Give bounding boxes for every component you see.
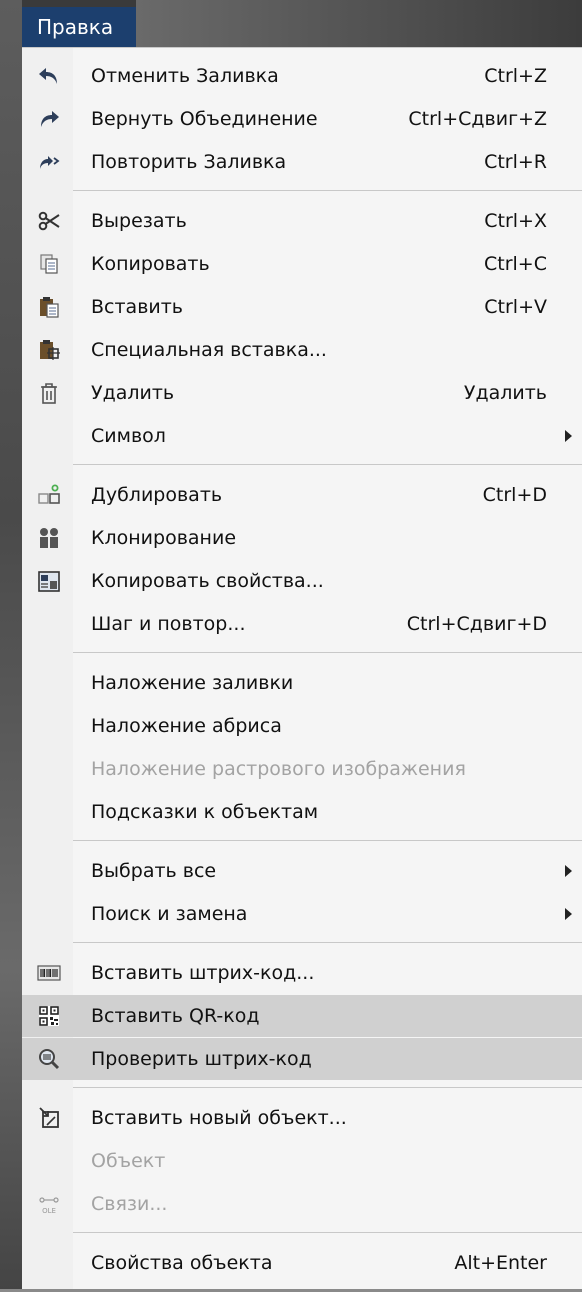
menu-item-label: Вставить [91, 296, 184, 318]
menu-item-shortcut: Удалить [463, 382, 547, 404]
menu-item-label: Вернуть Объединение [91, 108, 318, 130]
menu-item-label: Поиск и замена [91, 903, 248, 925]
menu-item-shortcut: Ctrl+D [482, 484, 547, 506]
menu-item-label: Шаг и повтор... [91, 613, 246, 635]
menu-item-object-properties[interactable]: Свойства объекта Alt+Enter [22, 1242, 582, 1284]
insert-object-icon [37, 1106, 61, 1130]
menu-item-delete[interactable]: Удалить Удалить [22, 372, 582, 414]
menu-item-redo[interactable]: Вернуть Объединение Ctrl+Сдвиг+Z [22, 98, 582, 140]
undo-icon [37, 64, 61, 88]
menu-item-shortcut: Ctrl+Сдвиг+Z [408, 108, 547, 130]
menu-item-insert-new-object[interactable]: Вставить новый объект... [22, 1097, 582, 1139]
submenu-arrow-icon [565, 908, 572, 920]
paste-icon [37, 295, 61, 319]
menu-item-overprint-outline[interactable]: Наложение абриса [22, 705, 582, 747]
trash-icon [37, 381, 61, 405]
background-top [136, 0, 582, 47]
menu-item-label: Вставить QR-код [91, 1005, 260, 1027]
menu-item-label: Вставить штрих-код... [91, 962, 315, 984]
menu-separator [73, 1087, 582, 1088]
clone-icon [37, 526, 61, 550]
menu-item-paste-special[interactable]: Специальная вставка... [22, 329, 582, 371]
menu-item-paste[interactable]: Вставить Ctrl+V [22, 286, 582, 328]
menu-title-edit[interactable]: Правка [22, 7, 136, 47]
menu-item-label: Повторить Заливка [91, 151, 287, 173]
menu-item-label: Отменить Заливка [91, 65, 279, 87]
menu-item-clone[interactable]: Клонирование [22, 517, 582, 559]
menu-item-label: Вырезать [91, 210, 187, 232]
menu-item-repeat[interactable]: Повторить Заливка Ctrl+R [22, 141, 582, 183]
menu-item-label: Клонирование [91, 527, 237, 549]
menu-separator [73, 942, 582, 943]
menu-item-label: Наложение абриса [91, 715, 282, 737]
ole-icon-text: OLE [42, 1207, 56, 1215]
submenu-arrow-icon [565, 865, 572, 877]
menu-item-copy-properties[interactable]: Копировать свойства... [22, 560, 582, 602]
menu-item-object-hints[interactable]: Подсказки к объектам [22, 791, 582, 833]
validate-barcode-icon [37, 1047, 61, 1071]
menu-item-shortcut: Alt+Enter [454, 1252, 547, 1274]
menu-item-overprint-fill[interactable]: Наложение заливки [22, 662, 582, 704]
menu-item-label: Проверить штрих-код [91, 1048, 312, 1070]
background-left [0, 0, 22, 1292]
menu-item-label: Удалить [91, 382, 175, 404]
menu-item-links: OLE Связи... [22, 1183, 582, 1225]
menu-separator [73, 464, 582, 465]
menu-item-shortcut: Ctrl+Z [484, 65, 547, 87]
ole-links-icon: OLE [37, 1192, 61, 1216]
menu-item-label: Специальная вставка... [91, 339, 327, 361]
menu-item-label: Подсказки к объектам [91, 801, 319, 823]
repeat-icon [37, 150, 61, 174]
menu-item-shortcut: Ctrl+X [484, 210, 547, 232]
menu-item-validate-barcode[interactable]: Проверить штрих-код [22, 1038, 582, 1080]
copy-properties-icon [37, 569, 61, 593]
menu-item-label: Связи... [91, 1193, 168, 1215]
menu-separator [73, 1232, 582, 1233]
edit-dropdown-menu: Отменить Заливка Ctrl+Z Вернуть Объедине… [22, 47, 582, 1290]
menu-item-label: Свойства объекта [91, 1252, 273, 1274]
menu-item-shortcut: Ctrl+C [484, 253, 547, 275]
scissors-icon [37, 209, 61, 233]
menu-item-label: Наложение заливки [91, 672, 294, 694]
qr-code-icon [37, 1004, 61, 1028]
menu-item-object: Объект [22, 1140, 582, 1182]
menu-item-label: Дублировать [91, 484, 223, 506]
menu-item-symbol[interactable]: Символ [22, 415, 582, 457]
menu-item-overprint-bitmap: Наложение растрового изображения [22, 748, 582, 790]
duplicate-icon [37, 483, 61, 507]
copy-icon [37, 252, 61, 276]
menu-item-label: Символ [91, 425, 166, 447]
menu-item-undo[interactable]: Отменить Заливка Ctrl+Z [22, 55, 582, 97]
menu-item-select-all[interactable]: Выбрать все [22, 850, 582, 892]
menu-item-shortcut: Ctrl+V [484, 296, 547, 318]
menu-item-shortcut: Ctrl+Сдвиг+D [406, 613, 547, 635]
menu-item-label: Наложение растрового изображения [91, 758, 466, 780]
redo-icon [37, 107, 61, 131]
submenu-arrow-icon [565, 430, 572, 442]
menu-separator [73, 190, 582, 191]
menu-item-find-replace[interactable]: Поиск и замена [22, 893, 582, 935]
menu-item-label: Объект [91, 1150, 166, 1172]
menu-item-step-repeat[interactable]: Шаг и повтор... Ctrl+Сдвиг+D [22, 603, 582, 645]
menu-item-duplicate[interactable]: Дублировать Ctrl+D [22, 474, 582, 516]
menu-item-label: Выбрать все [91, 860, 217, 882]
menu-item-label: Копировать [91, 253, 210, 275]
menu-item-label: Копировать свойства... [91, 570, 324, 592]
paste-special-icon [37, 338, 61, 362]
menu-item-copy[interactable]: Копировать Ctrl+C [22, 243, 582, 285]
menu-separator [73, 652, 582, 653]
menu-item-label: Вставить новый объект... [91, 1107, 347, 1129]
menu-item-shortcut: Ctrl+R [484, 151, 547, 173]
menu-item-cut[interactable]: Вырезать Ctrl+X [22, 200, 582, 242]
menu-item-insert-qr-code[interactable]: Вставить QR-код [22, 995, 582, 1037]
barcode-icon [37, 961, 61, 985]
menu-separator [73, 840, 582, 841]
menu-item-insert-barcode[interactable]: Вставить штрих-код... [22, 952, 582, 994]
